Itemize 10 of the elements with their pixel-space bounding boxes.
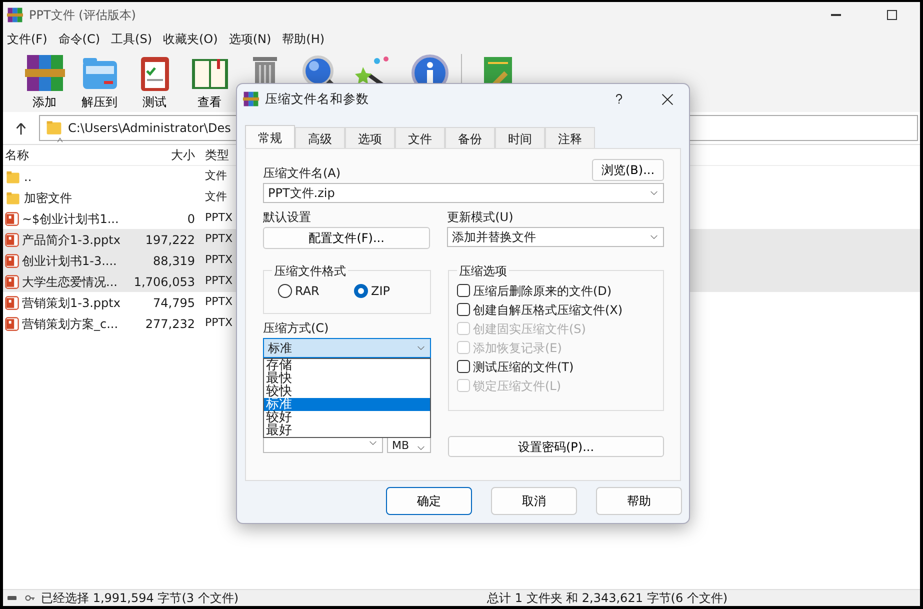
field-label: 默认设置 bbox=[263, 209, 312, 225]
field-label: 压缩方式(C) bbox=[263, 320, 330, 336]
status-text: 已经选择 1,991,594 字节(3 个文件) bbox=[41, 590, 239, 606]
field-label: 更新模式(U) bbox=[447, 209, 514, 225]
window-title: PPT文件 (评估版本) bbox=[29, 7, 136, 24]
group-label: 压缩选项 bbox=[457, 263, 509, 279]
field-label: 压缩文件名(A) bbox=[263, 165, 341, 181]
status-text: 总计 1 文件夹 和 2,343,621 字节(6 个文件) bbox=[487, 590, 728, 606]
dialog-title: 压缩文件名和参数 bbox=[265, 90, 369, 108]
group-label: 压缩文件格式 bbox=[272, 263, 348, 279]
